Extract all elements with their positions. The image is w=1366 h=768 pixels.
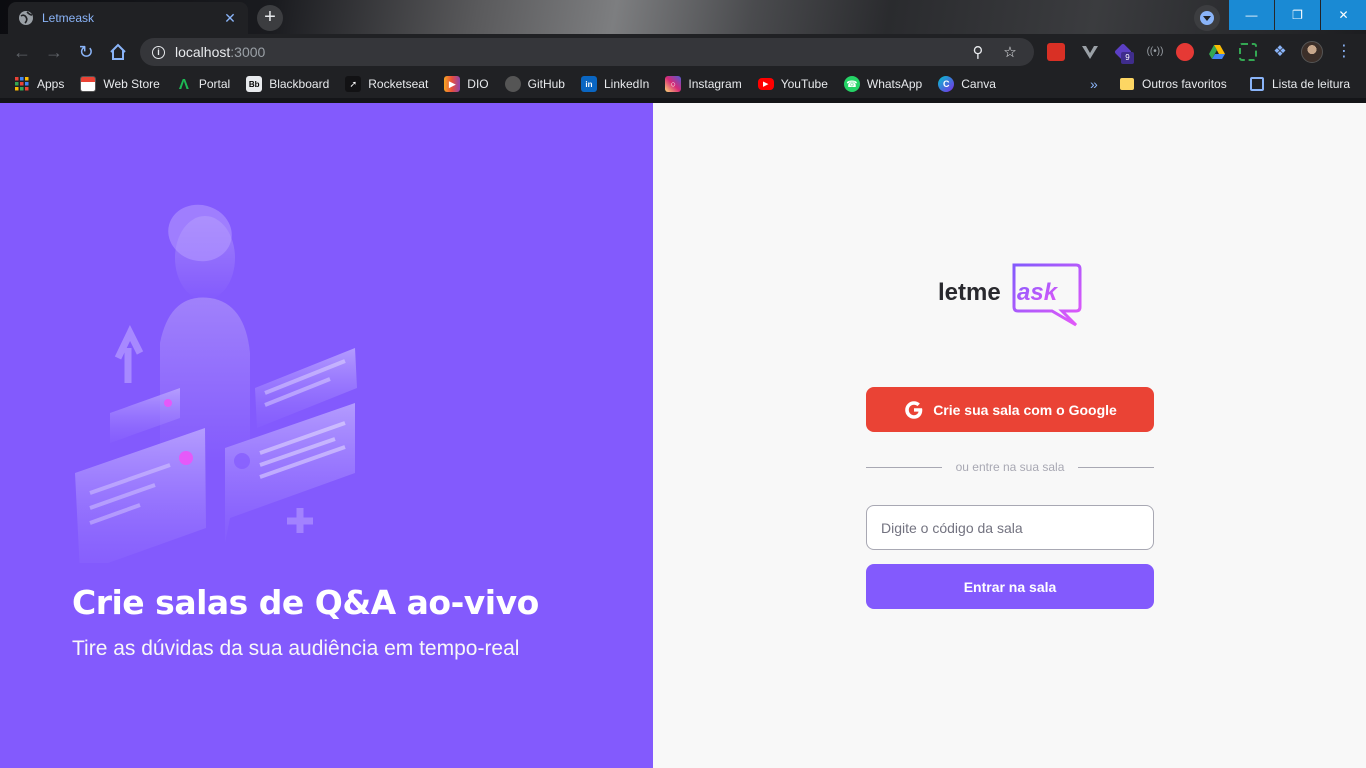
minimize-window-button[interactable]: —	[1229, 0, 1274, 30]
hero-subtitle: Tire as dúvidas da sua audiência em temp…	[72, 637, 520, 660]
more-bookmarks-button[interactable]: »	[1090, 70, 1098, 98]
bookmark-rocketseat[interactable]: ➚ Rocketseat	[345, 76, 428, 92]
extension-red-icon[interactable]	[1047, 43, 1065, 61]
bookmark-blackboard[interactable]: Bb Blackboard	[246, 76, 329, 92]
bookmark-dio[interactable]: ▶ DIO	[444, 76, 489, 92]
reading-list-label: Lista de leitura	[1272, 77, 1351, 91]
tab-search-icon[interactable]	[1194, 5, 1220, 31]
bookmark-label: Portal	[198, 77, 231, 91]
browser-toolbar: ← → ↻ i localhost :3000 ⚲ ☆ ((•)) ❖ ⋮	[0, 34, 1366, 70]
menu-kebab-icon[interactable]: ⋮	[1336, 40, 1352, 64]
apps-grid-icon	[14, 76, 30, 92]
bookmark-apps[interactable]: Apps	[14, 76, 64, 92]
globe-icon	[19, 11, 33, 25]
extension-badge: 9	[1121, 52, 1134, 64]
auth-main: letme ask Crie sua sala com o Google ou …	[653, 103, 1366, 768]
hero-title: Crie salas de Q&A ao-vivo	[72, 583, 539, 622]
other-favorites-label: Outros favoritos	[1142, 77, 1227, 91]
reading-list-icon	[1250, 77, 1264, 91]
reload-icon[interactable]: ↻	[74, 40, 98, 64]
qa-illustration	[75, 204, 357, 563]
canva-icon: C	[938, 76, 955, 92]
close-window-button[interactable]: ✕	[1321, 0, 1366, 30]
separator-line-right	[1078, 466, 1154, 468]
bookmark-youtube[interactable]: ▶ YouTube	[757, 77, 828, 91]
bookmark-label: Web Store	[103, 77, 160, 91]
bookmark-label: YouTube	[780, 77, 828, 91]
web-store-icon	[80, 76, 97, 92]
restore-window-button[interactable]: ❐	[1275, 0, 1320, 30]
new-tab-button[interactable]: +	[257, 5, 283, 31]
extension-refresh-icon[interactable]	[1176, 43, 1194, 61]
tab-close-button[interactable]: ✕	[222, 10, 238, 27]
google-drive-icon[interactable]	[1208, 43, 1226, 61]
bookmark-label: Blackboard	[269, 77, 330, 91]
whatsapp-icon: ☎	[843, 76, 860, 92]
bookmark-canva[interactable]: C Canva	[938, 76, 996, 92]
google-button-label: Crie sua sala com o Google	[933, 401, 1117, 418]
url-host: localhost	[175, 44, 231, 60]
browser-tab-active[interactable]: Letmeask ✕	[8, 2, 248, 34]
separator-line-left	[866, 466, 942, 468]
google-icon	[905, 400, 923, 419]
bookmark-whatsapp[interactable]: ☎ WhatsApp	[843, 76, 923, 92]
screenshot-extension-icon[interactable]	[1239, 43, 1257, 61]
home-icon[interactable]	[106, 40, 130, 64]
bookmark-star-icon[interactable]: ☆	[998, 43, 1022, 61]
bookmark-linkedin[interactable]: in LinkedIn	[580, 76, 650, 92]
zoom-icon[interactable]: ⚲	[966, 43, 990, 61]
create-room-google-button[interactable]: Crie sua sala com o Google	[866, 387, 1154, 432]
room-code-input[interactable]	[866, 505, 1154, 550]
bookmark-portal[interactable]: Λ Portal	[176, 75, 231, 93]
portal-icon: Λ	[178, 75, 189, 93]
rocketseat-icon: ➚	[345, 76, 362, 92]
blackboard-icon: Bb	[246, 76, 263, 92]
enter-room-button[interactable]: Entrar na sala	[866, 564, 1154, 609]
bookmark-label: LinkedIn	[603, 77, 650, 91]
address-bar[interactable]: i localhost :3000 ⚲ ☆	[140, 38, 1034, 66]
back-arrow-icon[interactable]: ←	[10, 40, 34, 64]
other-favorites-folder[interactable]: Outros favoritos	[1120, 70, 1227, 98]
browser-titlebar: Letmeask ✕ + — ❐ ✕	[0, 0, 1366, 34]
reading-list-button[interactable]: Lista de leitura	[1250, 70, 1350, 98]
linkedin-icon: in	[580, 76, 597, 92]
tab-title: Letmeask	[42, 11, 95, 25]
bookmark-github[interactable]: GitHub	[504, 76, 565, 92]
extensions-puzzle-icon[interactable]: ❖	[1271, 43, 1289, 61]
logo-text-ask: ask	[1017, 279, 1059, 306]
instagram-icon: ○	[665, 76, 682, 92]
logo-text-letme: letme	[938, 279, 1001, 306]
bookmark-label: DIO	[467, 77, 489, 91]
bookmark-label: GitHub	[527, 77, 565, 91]
separator-text: ou entre na sua sala	[955, 460, 1065, 474]
letmeask-logo: letme ask	[938, 261, 1083, 331]
bookmark-web-store[interactable]: Web Store	[80, 76, 160, 92]
youtube-icon: ▶	[757, 78, 774, 90]
bookmark-instagram[interactable]: ○ Instagram	[665, 76, 742, 92]
bookmark-label: Canva	[961, 77, 996, 91]
dio-icon: ▶	[444, 76, 461, 92]
site-info-icon[interactable]: i	[152, 45, 165, 59]
separator: ou entre na sua sala	[866, 460, 1154, 474]
bookmark-label: Apps	[37, 77, 65, 91]
url-port: :3000	[230, 44, 266, 60]
vue-devtools-icon[interactable]	[1081, 43, 1099, 61]
hero-aside: Crie salas de Q&A ao-vivo Tire as dúvida…	[0, 103, 653, 768]
bookmark-label: WhatsApp	[866, 77, 923, 91]
github-icon	[504, 76, 521, 92]
broadcast-icon[interactable]: ((•))	[1146, 43, 1164, 61]
folder-icon	[1120, 78, 1134, 90]
forward-arrow-icon[interactable]: →	[42, 40, 66, 64]
bookmark-label: Rocketseat	[368, 77, 429, 91]
bookmark-label: Instagram	[688, 77, 742, 91]
profile-avatar[interactable]	[1301, 41, 1323, 63]
